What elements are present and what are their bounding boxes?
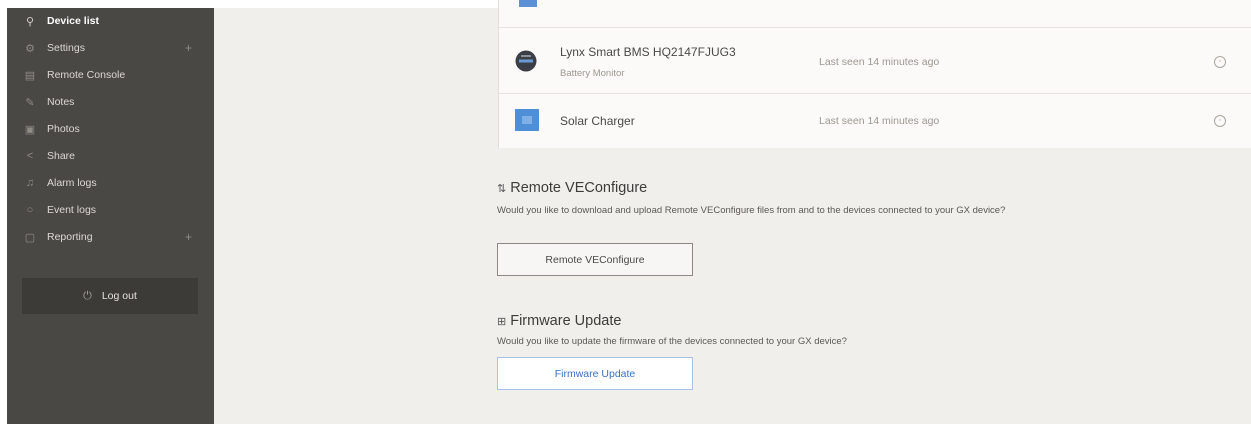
expand-plus-icon[interactable]: + [185,230,192,244]
sidebar-item-label: Device list [47,15,99,27]
expand-plus-icon[interactable]: + [185,41,192,55]
sidebar-item-alarm-logs[interactable]: ♫ Alarm logs [7,170,214,196]
sidebar-item-label: Photos [47,123,80,135]
gear-icon: ⚙ [25,42,35,55]
power-icon: ⏻ [83,289,92,302]
sidebar-item-notes[interactable]: ✎ Notes [7,89,214,115]
sidebar-item-remote-console[interactable]: ▤ Remote Console [7,62,214,88]
image-icon: ▣ [24,123,36,136]
veconfigure-title: ⇅ Remote VEConfigure [497,180,647,196]
share-icon: < [26,150,34,162]
battery-monitor-icon [515,50,537,72]
logout-label: Log out [101,290,137,302]
sidebar-item-label: Event logs [47,204,97,216]
pencil-icon: ✎ [25,96,35,109]
sidebar-item-label: Settings [47,42,85,54]
sidebar-item-event-logs[interactable]: ○ Event logs [7,197,214,223]
logout-button[interactable]: ⏻ Log out [22,278,198,314]
device-last-seen: Last seen 14 minutes ago [819,115,940,127]
firmware-title: ⊞ Firmware Update [497,313,621,329]
device-name: Lynx Smart BMS HQ2147FJUG3 [560,45,736,59]
remote-veconfigure-button[interactable]: Remote VEConfigure [497,243,693,276]
map-pin-icon: ⚲ [25,15,35,28]
sidebar-item-settings[interactable]: ⚙ Settings + [7,35,214,61]
device-icon-partial [519,0,537,7]
firmware-icon: ⊞ [497,316,507,328]
device-subtitle: Battery Monitor [560,68,625,79]
button-label: Remote VEConfigure [545,253,645,266]
sidebar-item-device-list[interactable]: ⚲ Device list [7,8,214,34]
left-edge [0,8,7,424]
bell-icon: ♫ [25,177,35,189]
firmware-title-text: Firmware Update [510,313,622,329]
device-list-card: Lynx Smart BMS HQ2147FJUG3 Battery Monit… [498,0,1251,148]
device-info-icon[interactable]: ◦ [1214,56,1226,68]
veconfigure-description: Would you like to download and upload Re… [497,205,1006,216]
firmware-description: Would you like to update the firmware of… [497,336,847,347]
sidebar-item-label: Remote Console [47,69,126,81]
device-name: Solar Charger [560,114,635,128]
solar-charger-icon [515,109,539,131]
device-last-seen: Last seen 14 minutes ago [819,56,940,68]
veconfigure-icon: ⇅ [497,183,507,195]
sidebar: ⚲ Device list ⚙ Settings + ▤ Remote Cons… [7,8,214,424]
sidebar-item-label: Reporting [47,231,93,243]
button-label: Firmware Update [554,367,636,380]
veconfigure-title-text: Remote VEConfigure [510,180,648,196]
firmware-update-button[interactable]: Firmware Update [497,357,693,390]
sidebar-item-label: Share [47,150,76,162]
sidebar-item-label: Notes [47,96,75,108]
device-info-icon[interactable]: ◦ [1214,115,1226,127]
sidebar-item-share[interactable]: < Share [7,143,214,169]
circle-icon: ○ [26,204,34,216]
document-icon: ▢ [24,231,36,244]
sidebar-item-label: Alarm logs [47,177,97,189]
row-divider [499,27,1251,28]
sidebar-item-reporting[interactable]: ▢ Reporting + [7,224,214,250]
sidebar-item-photos[interactable]: ▣ Photos [7,116,214,142]
row-divider [499,93,1251,94]
monitor-icon: ▤ [24,69,36,82]
